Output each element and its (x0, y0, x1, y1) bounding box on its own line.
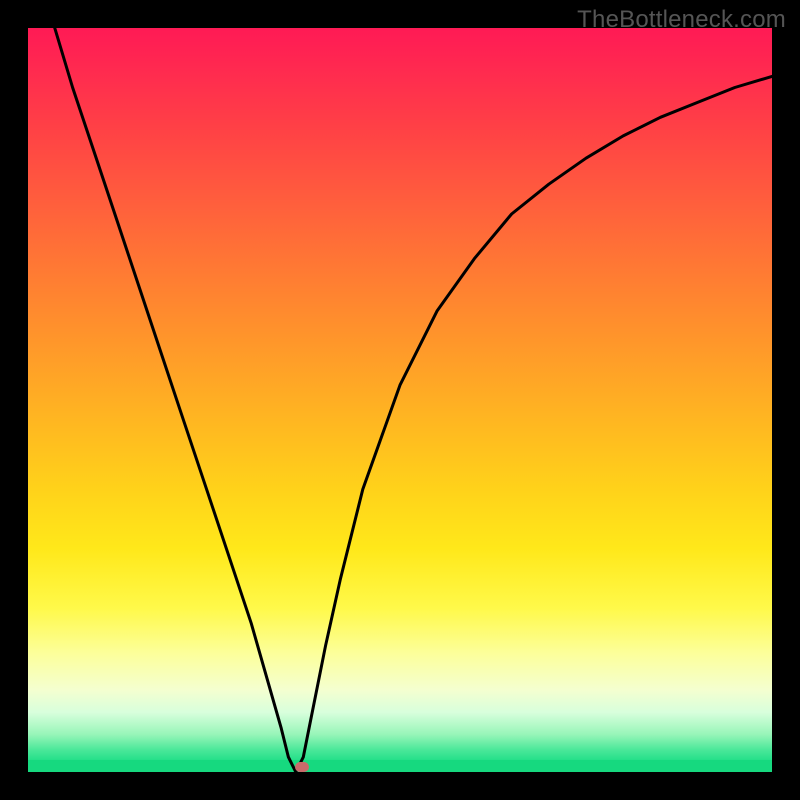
bottleneck-curve (28, 28, 772, 772)
chart-frame: TheBottleneck.com (0, 0, 800, 800)
optimal-marker (295, 762, 309, 772)
plot-area (28, 28, 772, 772)
watermark-text: TheBottleneck.com (577, 6, 786, 34)
